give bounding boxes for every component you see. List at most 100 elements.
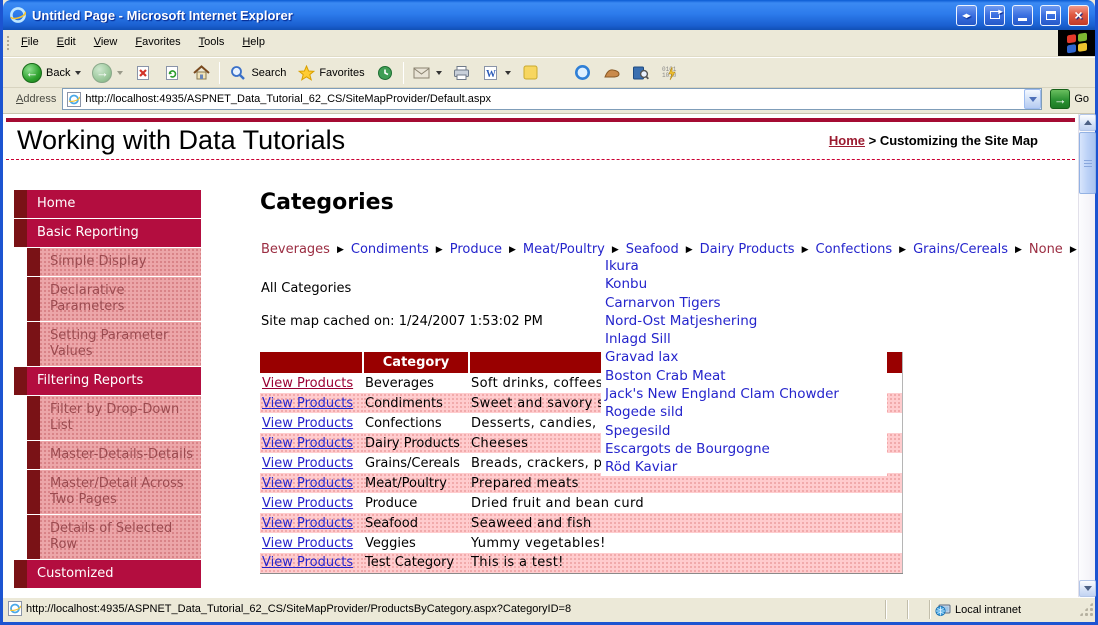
home-icon <box>192 64 210 82</box>
stop-button[interactable] <box>129 62 157 84</box>
submenu-item-boston-crab-meat[interactable]: Boston Crab Meat <box>605 367 887 385</box>
menu-tools[interactable]: Tools <box>190 30 234 56</box>
submenu-item-nord-ost-matjeshering[interactable]: Nord-Ost Matjeshering <box>605 312 887 330</box>
breadcrumb-home-link[interactable]: Home <box>829 133 865 148</box>
submenu-item-escargots-de-bourgogne[interactable]: Escargots de Bourgogne <box>605 440 887 458</box>
binary-tool-button[interactable]: 0101 1010 <box>656 62 684 84</box>
menu-item-dairy-products[interactable]: Dairy Products <box>700 242 795 257</box>
book-search-icon <box>632 64 650 82</box>
view-products-link[interactable]: View Products <box>262 436 353 451</box>
menu-grip[interactable] <box>5 34 10 52</box>
pop-out-button[interactable] <box>984 4 1005 26</box>
sidebar-item-setting-parameter-values[interactable]: Setting Parameter Values <box>27 322 201 366</box>
category-cell: Seafood <box>363 513 469 533</box>
sidebar-item-master-details-details[interactable]: Master-Details-Details <box>27 441 201 469</box>
history-button[interactable] <box>371 62 399 84</box>
search-button[interactable]: Search <box>224 62 291 84</box>
resize-grip[interactable] <box>1079 602 1093 616</box>
arrow-right-icon: ▶ <box>611 244 619 255</box>
submenu-item-rod-kaviar[interactable]: Röd Kaviar <box>605 458 887 476</box>
menu-file[interactable]: File <box>12 30 48 56</box>
submenu-item-jacks-clam-chowder[interactable]: Jack's New England Clam Chowder <box>605 385 887 403</box>
menu-item-seafood[interactable]: Seafood <box>626 242 679 257</box>
view-products-link[interactable]: View Products <box>262 476 353 491</box>
forward-button[interactable]: → <box>87 61 128 85</box>
submenu-item-carnarvon-tigers[interactable]: Carnarvon Tigers <box>605 294 887 312</box>
messenger-icon <box>574 64 592 82</box>
view-products-link[interactable]: View Products <box>262 456 353 471</box>
sidebar-item-basic-reporting[interactable]: Basic Reporting <box>14 219 201 247</box>
print-button[interactable] <box>448 62 476 84</box>
address-label: Address <box>16 93 57 105</box>
minimize-button[interactable] <box>1012 4 1033 26</box>
category-cell: Meat/Poultry <box>363 473 469 493</box>
menu-item-produce[interactable]: Produce <box>450 242 502 257</box>
address-url[interactable]: http://localhost:4935/ASPNET_Data_Tutori… <box>85 93 1020 105</box>
menu-item-beverages[interactable]: Beverages <box>261 242 330 257</box>
submenu-item-spegesild[interactable]: Spegesild <box>605 422 887 440</box>
table-row: View Products Test Category This is a te… <box>260 553 902 573</box>
vertical-scrollbar[interactable] <box>1078 114 1096 597</box>
view-products-link[interactable]: View Products <box>262 555 353 570</box>
view-products-link[interactable]: View Products <box>262 396 353 411</box>
submenu-item-inlagd-sill[interactable]: Inlagd Sill <box>605 330 887 348</box>
scroll-down-button[interactable] <box>1079 580 1096 597</box>
view-products-link[interactable]: View Products <box>262 416 353 431</box>
submenu-item-gravad-lax[interactable]: Gravad lax <box>605 348 887 366</box>
sidebar-item-declarative-parameters[interactable]: Declarative Parameters <box>27 277 201 321</box>
mail-button[interactable] <box>408 62 447 84</box>
menu-item-confections[interactable]: Confections <box>816 242 893 257</box>
category-cell: Beverages <box>365 375 434 391</box>
seafood-submenu: Ikura Konbu Carnarvon Tigers Nord-Ost Ma… <box>601 256 887 476</box>
close-button[interactable]: × <box>1068 4 1089 26</box>
scroll-up-button[interactable] <box>1079 114 1096 131</box>
menu-item-meat-poultry[interactable]: Meat/Poultry <box>523 242 605 257</box>
sidebar-item-customized[interactable]: Customized <box>14 560 201 588</box>
go-button[interactable]: → <box>1050 89 1071 109</box>
view-products-link[interactable]: View Products <box>262 376 353 391</box>
back-button[interactable]: ← Back <box>17 61 86 85</box>
edit-with-word-button[interactable]: W <box>477 62 516 84</box>
messenger-button[interactable] <box>569 62 597 84</box>
page-header: Working with Data Tutorials Home > Custo… <box>3 122 1078 159</box>
sidebar-item-details-of-selected-row[interactable]: Details of Selected Row <box>27 515 201 559</box>
home-button[interactable] <box>187 62 215 84</box>
menu-favorites[interactable]: Favorites <box>126 30 189 56</box>
menu-edit[interactable]: Edit <box>48 30 85 56</box>
history-icon <box>376 64 394 82</box>
submenu-item-rogede-sild[interactable]: Rogede sild <box>605 403 887 421</box>
sidebar-item-home[interactable]: Home <box>14 190 201 218</box>
sidebar-item-filter-by-dropdown-list[interactable]: Filter by Drop-Down List <box>27 396 201 440</box>
encarta-button[interactable] <box>627 62 655 84</box>
address-input[interactable]: http://localhost:4935/ASPNET_Data_Tutori… <box>62 88 1043 110</box>
address-dropdown-button[interactable] <box>1024 89 1042 109</box>
menu-view[interactable]: View <box>85 30 127 56</box>
status-pane-empty <box>885 600 907 619</box>
restore-down-button[interactable]: ◂▸ <box>956 4 977 26</box>
submenu-item-ikura[interactable]: Ikura <box>605 257 887 275</box>
category-cell: Grains/Cereals <box>365 455 460 471</box>
header-divider <box>6 159 1075 160</box>
sidebar-item-simple-display[interactable]: Simple Display <box>27 248 201 276</box>
menu-item-condiments[interactable]: Condiments <box>351 242 429 257</box>
view-products-link[interactable]: View Products <box>262 516 353 531</box>
search-icon <box>229 64 247 82</box>
menu-item-grains-cereals[interactable]: Grains/Cereals <box>913 242 1008 257</box>
sidebar-item-master-detail-two-pages[interactable]: Master/Detail Across Two Pages <box>27 470 201 514</box>
window-title: Untitled Page - Microsoft Internet Explo… <box>32 7 293 23</box>
research-button[interactable] <box>598 62 626 84</box>
discuss-button[interactable] <box>517 62 545 84</box>
view-products-link[interactable]: View Products <box>262 496 353 511</box>
arrow-right-icon: ▶ <box>508 244 516 255</box>
favorites-button[interactable]: Favorites <box>292 62 369 84</box>
submenu-item-konbu[interactable]: Konbu <box>605 275 887 293</box>
view-products-link[interactable]: View Products <box>262 536 353 551</box>
all-categories-label: All Categories <box>261 281 352 296</box>
menu-help[interactable]: Help <box>233 30 274 56</box>
refresh-button[interactable] <box>158 62 186 84</box>
sidebar-item-filtering-reports[interactable]: Filtering Reports <box>14 367 201 395</box>
scrollbar-thumb[interactable] <box>1079 132 1096 194</box>
menu-item-none[interactable]: None <box>1029 242 1063 257</box>
maximize-button[interactable] <box>1040 4 1061 26</box>
edit-dropdown-icon <box>504 70 511 75</box>
